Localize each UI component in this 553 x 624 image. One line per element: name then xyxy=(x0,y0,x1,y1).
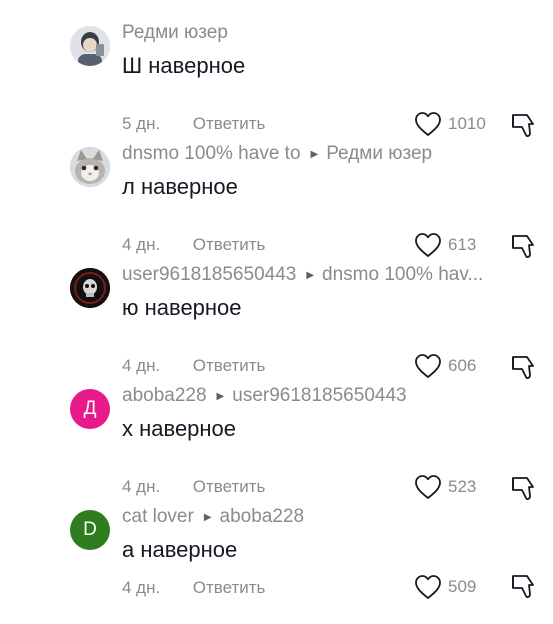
dislike-button[interactable] xyxy=(508,232,538,262)
reply-to-name[interactable]: user9618185650443 xyxy=(232,385,406,406)
like-count: 1010 xyxy=(448,114,486,133)
like-button[interactable]: 613 xyxy=(414,230,476,260)
reply-to-name[interactable]: dnsmo 100% hav... xyxy=(322,264,483,285)
author-name[interactable]: cat lover xyxy=(122,506,194,527)
meta-row: 5 дн. Ответить xyxy=(122,112,265,136)
reply-button[interactable]: Ответить xyxy=(193,354,266,378)
author-name[interactable]: dnsmo 100% have to xyxy=(122,143,301,164)
heart-outline-icon[interactable] xyxy=(414,232,442,258)
avatar[interactable]: D xyxy=(70,510,110,550)
heart-outline-icon[interactable] xyxy=(414,574,442,600)
comment-text: Ш наверное xyxy=(122,53,246,78)
triangle-right-icon: ▶ xyxy=(216,391,225,402)
cat-avatar-icon xyxy=(70,147,110,187)
heart-outline-icon[interactable] xyxy=(414,474,442,500)
author-line: dnsmo 100% have to ▶ Редми юзер xyxy=(122,141,532,167)
author-line: cat lover ▶ aboba228 xyxy=(122,504,532,530)
meta-row: 4 дн. Ответить xyxy=(122,233,265,257)
comment-item: D cat lover ▶ aboba228 а наверное 4 дн. От… xyxy=(0,504,553,624)
reply-button[interactable]: Ответить xyxy=(193,576,266,600)
author-name[interactable]: aboba228 xyxy=(122,385,207,406)
reply-button[interactable]: Ответить xyxy=(193,475,266,499)
avatar[interactable]: Д xyxy=(70,389,110,429)
comment-list: Редми юзер Ш наверное 5 дн. Ответить 101… xyxy=(0,0,553,600)
heart-outline-icon[interactable] xyxy=(414,353,442,379)
dislike-button[interactable] xyxy=(508,353,538,383)
like-count: 523 xyxy=(448,477,477,496)
meta-row: 4 дн. Ответить xyxy=(122,576,265,600)
thumbs-down-outline-icon xyxy=(512,575,534,598)
meta-row: 4 дн. Ответить xyxy=(122,354,265,378)
author-line: user9618185650443 ▶ dnsmo 100% hav... xyxy=(122,262,532,288)
avatar[interactable] xyxy=(70,147,110,187)
comment-text: а наверное xyxy=(122,537,238,562)
like-button[interactable]: 606 xyxy=(414,351,476,381)
comment-date: 4 дн. xyxy=(122,477,161,496)
avatar-letter: Д xyxy=(83,398,97,419)
triangle-right-icon: ▶ xyxy=(203,512,212,523)
reply-button[interactable]: Ответить xyxy=(193,112,266,136)
dislike-button[interactable] xyxy=(508,474,538,504)
author-line: aboba228 ▶ user9618185650443 xyxy=(122,383,532,409)
avatar[interactable] xyxy=(70,26,110,66)
author-name[interactable]: Редми юзер xyxy=(122,22,228,43)
triangle-right-icon: ▶ xyxy=(306,270,315,281)
author-name[interactable]: user9618185650443 xyxy=(122,264,296,285)
reply-to-name[interactable]: aboba228 xyxy=(220,506,305,527)
like-count: 606 xyxy=(448,356,477,375)
meta-row: 4 дн. Ответить xyxy=(122,475,265,499)
triangle-right-icon: ▶ xyxy=(310,149,319,160)
comment-item: user9618185650443 ▶ dnsmo 100% hav... ю на… xyxy=(0,262,553,382)
avatar[interactable] xyxy=(70,268,110,308)
comment-date: 4 дн. xyxy=(122,578,161,597)
thumbs-down-outline-icon xyxy=(512,477,534,500)
thumbs-down-outline-icon xyxy=(512,114,534,137)
like-button[interactable]: 523 xyxy=(414,472,476,502)
comment-date: 4 дн. xyxy=(122,356,161,375)
avatar-letter: D xyxy=(83,519,97,540)
thumbs-down-outline-icon xyxy=(512,356,534,379)
comment-text: л наверное xyxy=(122,174,238,199)
skull-avatar-icon xyxy=(70,268,110,308)
thumbs-down-outline-icon xyxy=(512,235,534,258)
comment-date: 4 дн. xyxy=(122,235,161,254)
comment-item: dnsmo 100% have to ▶ Редми юзер л наверное… xyxy=(0,141,553,261)
comment-text: х наверное xyxy=(122,416,237,441)
reply-to-name[interactable]: Редми юзер xyxy=(326,143,432,164)
comment-item: Д aboba228 ▶ user9618185650443 х наверное … xyxy=(0,383,553,503)
reply-button[interactable]: Ответить xyxy=(193,233,266,257)
comment-item: Редми юзер Ш наверное 5 дн. Ответить 101… xyxy=(0,20,553,140)
comment-text: ю наверное xyxy=(122,295,242,320)
comment-date: 5 дн. xyxy=(122,114,161,133)
like-count: 613 xyxy=(448,235,477,254)
like-button[interactable]: 1010 xyxy=(414,109,486,139)
author-line: Редми юзер xyxy=(122,20,532,46)
avatar-photo-icon xyxy=(70,26,110,66)
heart-outline-icon[interactable] xyxy=(414,111,442,137)
dislike-button[interactable] xyxy=(508,111,538,141)
like-button[interactable]: 509 xyxy=(414,572,476,602)
like-count: 509 xyxy=(448,577,477,596)
dislike-button[interactable] xyxy=(508,572,538,602)
